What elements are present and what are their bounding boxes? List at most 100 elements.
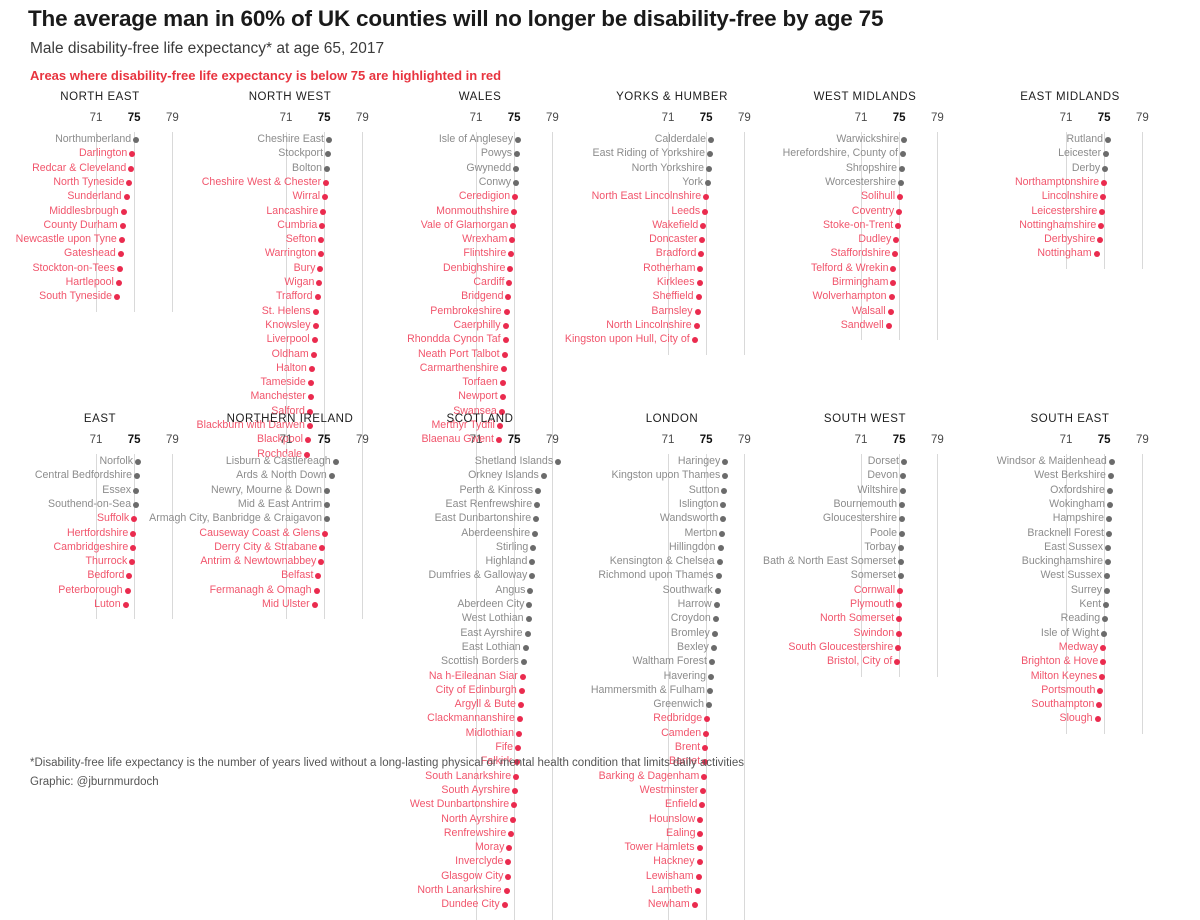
data-point-dot[interactable] bbox=[896, 602, 903, 608]
data-point-dot[interactable] bbox=[318, 237, 325, 244]
data-point[interactable]: Cornwall bbox=[765, 584, 965, 597]
data-point[interactable]: Portsmouth bbox=[970, 684, 1170, 697]
data-point[interactable]: Sunderland bbox=[0, 190, 200, 203]
data-point-dot[interactable] bbox=[316, 280, 323, 286]
data-point[interactable]: Leicestershire bbox=[970, 205, 1170, 218]
data-point[interactable]: South Gloucestershire bbox=[765, 641, 965, 654]
data-point-dot[interactable] bbox=[129, 151, 136, 158]
data-point[interactable]: Glasgow City bbox=[380, 870, 580, 883]
data-point-dot[interactable] bbox=[900, 459, 907, 465]
data-point-dot[interactable] bbox=[323, 179, 330, 186]
data-point-dot[interactable] bbox=[1106, 501, 1113, 508]
data-point-dot[interactable] bbox=[522, 644, 529, 651]
data-point-dot[interactable] bbox=[515, 137, 522, 143]
data-point[interactable]: Reading bbox=[970, 612, 1170, 625]
data-point[interactable]: Cheshire West & Chester bbox=[190, 176, 390, 189]
data-point[interactable]: Camden bbox=[572, 727, 772, 740]
data-point-dot[interactable] bbox=[702, 208, 709, 215]
data-point[interactable]: Highland bbox=[380, 555, 580, 568]
data-point[interactable]: Devon bbox=[765, 469, 965, 482]
data-point-dot[interactable] bbox=[1096, 702, 1103, 709]
data-point-dot[interactable] bbox=[885, 322, 892, 329]
data-point[interactable]: Cardiff bbox=[380, 276, 580, 289]
data-point[interactable]: Angus bbox=[380, 584, 580, 597]
data-point[interactable]: East Lothian bbox=[380, 641, 580, 654]
data-point-dot[interactable] bbox=[506, 280, 513, 286]
data-point-dot[interactable] bbox=[509, 237, 516, 244]
data-point[interactable]: Ceredigion bbox=[380, 190, 580, 203]
data-point[interactable]: Southampton bbox=[970, 698, 1170, 711]
data-point[interactable]: Gloucestershire bbox=[765, 512, 965, 525]
data-point[interactable]: Wrexham bbox=[380, 233, 580, 246]
data-point[interactable]: Perth & Kinross bbox=[380, 484, 580, 497]
data-point-dot[interactable] bbox=[1107, 473, 1114, 480]
data-point[interactable]: Shropshire bbox=[765, 162, 965, 175]
data-point[interactable]: Hackney bbox=[572, 855, 772, 868]
data-point[interactable]: Slough bbox=[970, 712, 1170, 725]
data-point-dot[interactable] bbox=[133, 487, 140, 494]
data-point-dot[interactable] bbox=[696, 280, 703, 286]
data-point[interactable]: Bolton bbox=[190, 162, 390, 175]
data-point[interactable]: Tameside bbox=[190, 376, 390, 389]
data-point[interactable]: Lancashire bbox=[190, 205, 390, 218]
data-point[interactable]: Solihull bbox=[765, 190, 965, 203]
data-point[interactable]: Kingston upon Hull, City of bbox=[565, 333, 772, 346]
data-point[interactable]: Wandsworth bbox=[572, 512, 772, 525]
data-point-dot[interactable] bbox=[715, 573, 722, 580]
data-point-dot[interactable] bbox=[512, 787, 519, 794]
data-point-dot[interactable] bbox=[317, 265, 324, 272]
data-point-dot[interactable] bbox=[895, 222, 902, 229]
data-point-dot[interactable] bbox=[535, 487, 542, 494]
data-point-dot[interactable] bbox=[898, 544, 905, 551]
data-point[interactable]: Haringey bbox=[572, 455, 772, 468]
data-point-dot[interactable] bbox=[899, 501, 906, 508]
data-point[interactable]: Torbay bbox=[765, 541, 965, 554]
data-point[interactable]: Buckinghamshire bbox=[970, 555, 1170, 568]
data-point[interactable]: North Lanarkshire bbox=[380, 884, 580, 897]
data-point-dot[interactable] bbox=[529, 559, 536, 566]
data-point[interactable]: Kingston upon Thames bbox=[572, 469, 772, 482]
data-point[interactable]: Rutland bbox=[970, 133, 1170, 146]
data-point-dot[interactable] bbox=[324, 516, 331, 523]
data-point-dot[interactable] bbox=[900, 151, 907, 158]
data-point-dot[interactable] bbox=[1105, 137, 1112, 143]
data-point[interactable]: Derry City & Strabane bbox=[190, 541, 390, 554]
data-point-dot[interactable] bbox=[502, 337, 509, 344]
data-point[interactable]: Croydon bbox=[572, 612, 772, 625]
data-point[interactable]: Newport bbox=[380, 390, 580, 403]
data-point-dot[interactable] bbox=[499, 394, 506, 401]
data-point-dot[interactable] bbox=[720, 516, 727, 523]
data-point-dot[interactable] bbox=[899, 165, 906, 172]
data-point-dot[interactable] bbox=[130, 544, 137, 551]
data-point-dot[interactable] bbox=[1100, 659, 1107, 666]
data-point[interactable]: Armagh City, Banbridge & Craigavon bbox=[149, 512, 390, 525]
data-point[interactable]: Greenwich bbox=[572, 698, 772, 711]
data-point[interactable]: Midlothian bbox=[380, 727, 580, 740]
data-point-dot[interactable] bbox=[900, 473, 907, 480]
data-point-dot[interactable] bbox=[1105, 544, 1112, 551]
data-point-dot[interactable] bbox=[129, 559, 136, 566]
data-point[interactable]: Clackmannanshire bbox=[380, 712, 580, 725]
data-point-dot[interactable] bbox=[696, 859, 703, 866]
data-point-dot[interactable] bbox=[893, 237, 900, 244]
data-point-dot[interactable] bbox=[307, 394, 314, 401]
data-point[interactable]: Merton bbox=[572, 527, 772, 540]
data-point[interactable]: Bexley bbox=[572, 641, 772, 654]
data-point[interactable]: Leicester bbox=[970, 147, 1170, 160]
data-point-dot[interactable] bbox=[701, 773, 708, 780]
data-point-dot[interactable] bbox=[693, 322, 700, 329]
data-point[interactable]: Brent bbox=[572, 741, 772, 754]
data-point[interactable]: Knowsley bbox=[190, 319, 390, 332]
data-point-dot[interactable] bbox=[712, 616, 719, 623]
data-point-dot[interactable] bbox=[719, 530, 726, 537]
data-point-dot[interactable] bbox=[501, 351, 508, 358]
data-point[interactable]: Wakefield bbox=[572, 219, 772, 232]
data-point-dot[interactable] bbox=[1103, 151, 1110, 158]
data-point[interactable]: Stoke-on-Trent bbox=[765, 219, 965, 232]
data-point-dot[interactable] bbox=[695, 294, 702, 301]
data-point[interactable]: Hampshire bbox=[970, 512, 1170, 525]
data-point-dot[interactable] bbox=[900, 487, 907, 494]
data-point-dot[interactable] bbox=[703, 730, 710, 737]
data-point[interactable]: Fife bbox=[380, 741, 580, 754]
data-point[interactable]: Telford & Wrekin bbox=[765, 262, 965, 275]
